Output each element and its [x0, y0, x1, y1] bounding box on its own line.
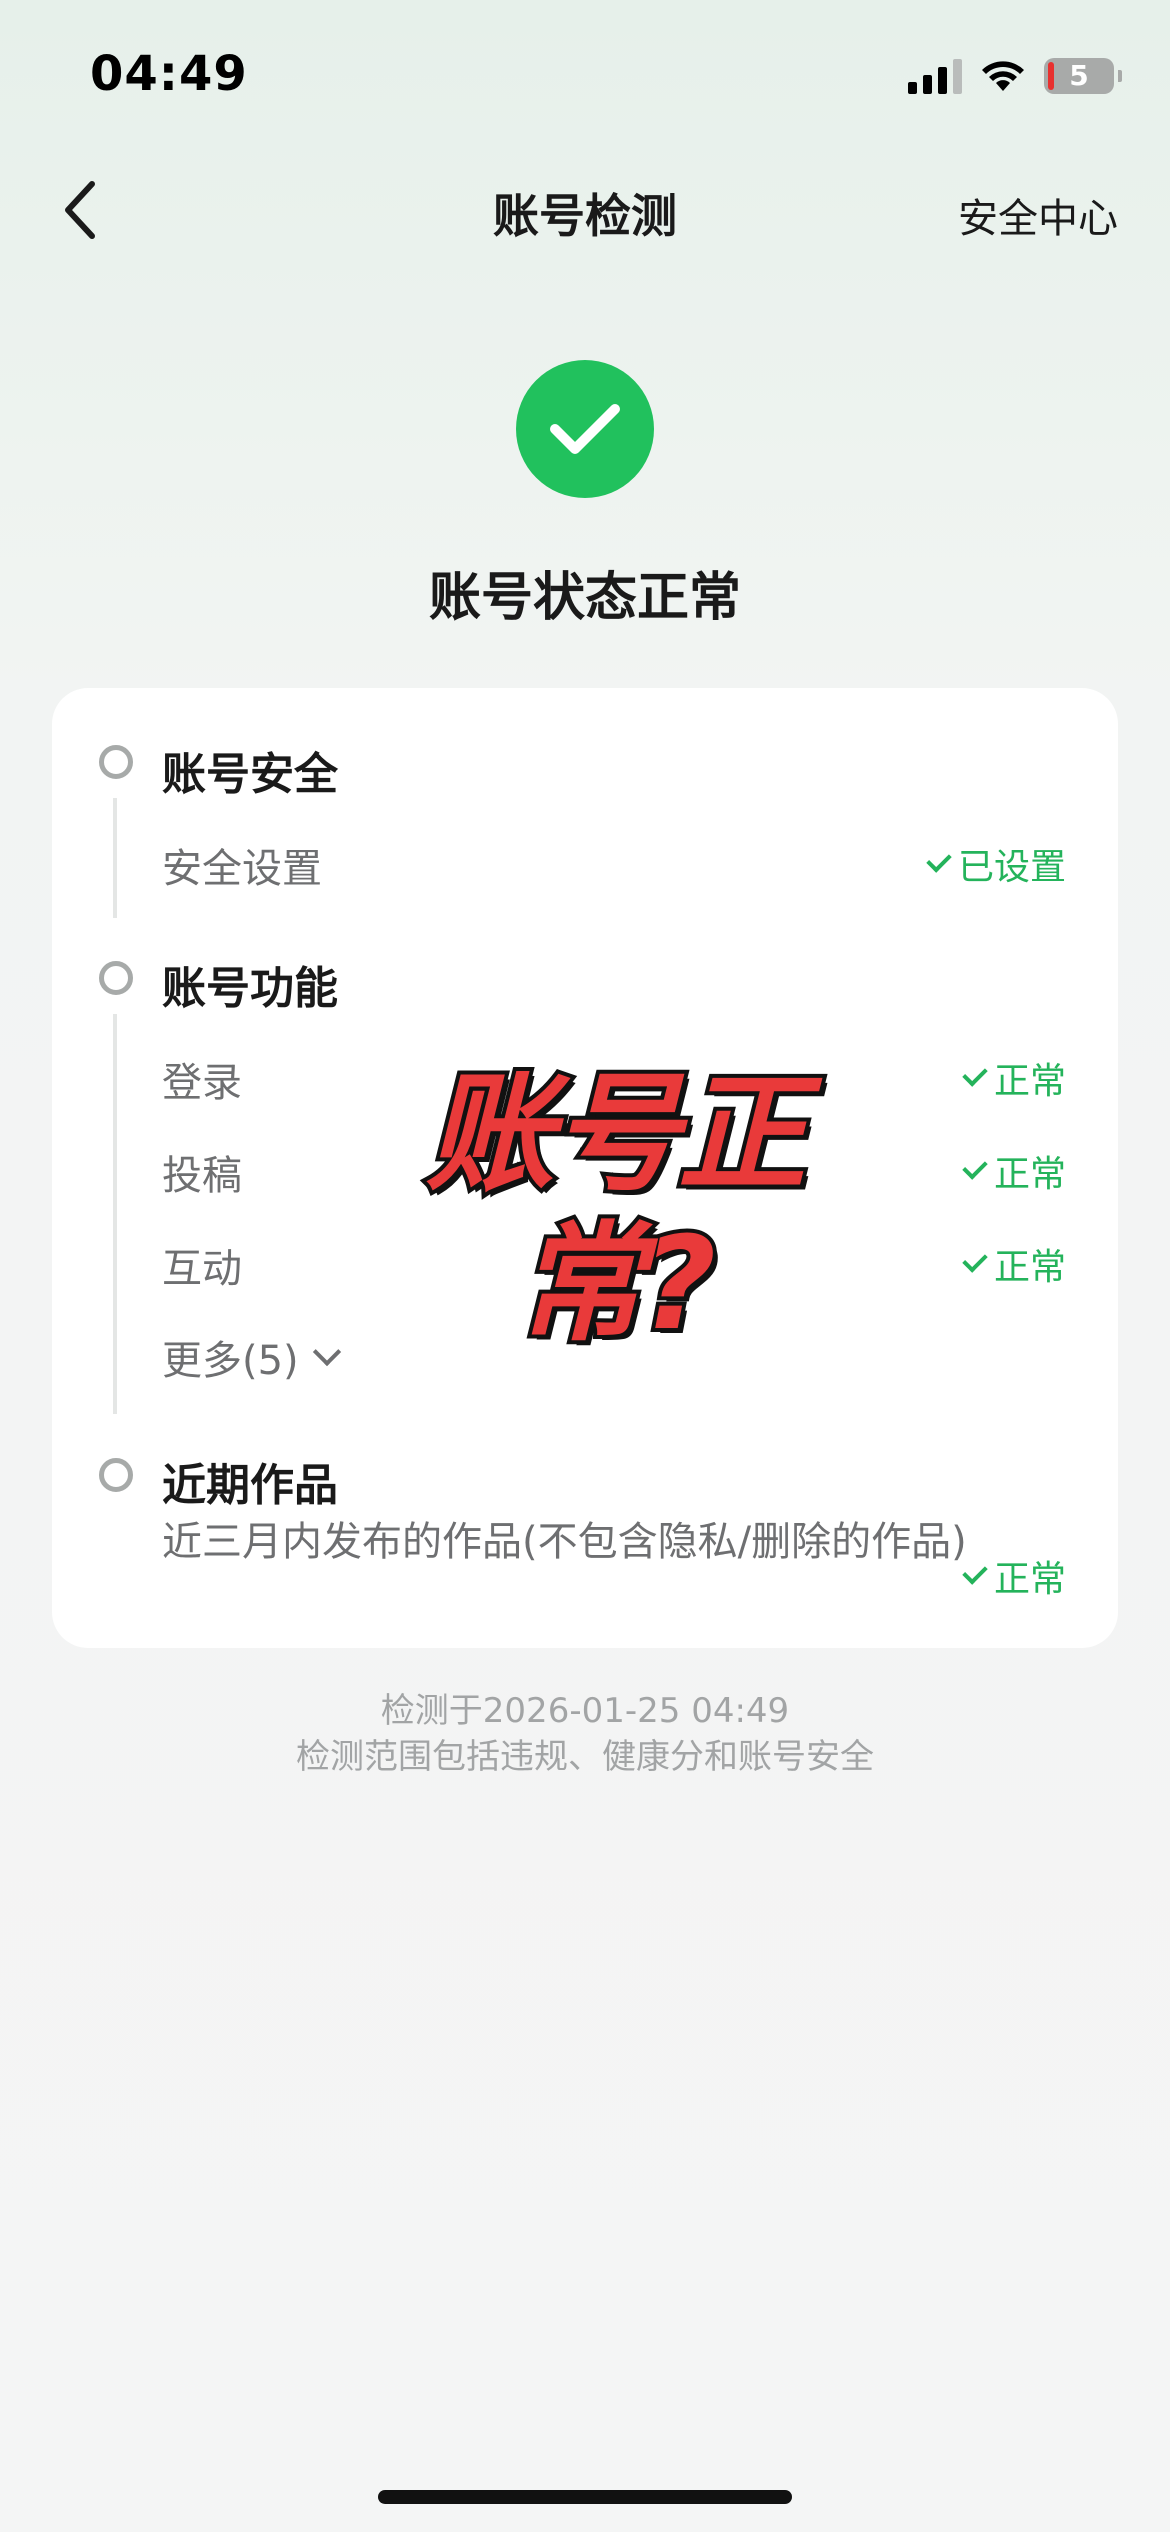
status-text: 正常	[993, 1061, 1066, 1102]
section-title-security: 账号安全	[162, 749, 338, 800]
footer-info: 检测于2026-01-25 04:49 检测范围包括违规、健康分和账号安全	[0, 1688, 1170, 1780]
status-interact: 正常	[962, 1238, 1066, 1290]
timeline-rail	[113, 1014, 117, 1414]
account-status-title: 账号状态正常	[428, 568, 741, 628]
more-label: 更多(5)	[162, 1338, 299, 1384]
battery-level: 5	[1069, 59, 1089, 92]
home-indicator[interactable]	[378, 2490, 792, 2504]
security-center-link[interactable]: 安全中心	[958, 186, 1118, 244]
check-icon	[962, 1154, 988, 1180]
signal-icon	[908, 58, 962, 94]
scope-text: 检测范围包括违规、健康分和账号安全	[296, 1737, 874, 1777]
section-title-functions: 账号功能	[162, 963, 338, 1014]
timeline-rail	[113, 798, 117, 918]
status-security-settings: 已设置	[926, 838, 1066, 890]
status-works: 正常	[962, 1550, 1066, 1602]
overlay-sticker-text: 账号正常?	[422, 1056, 810, 1363]
check-circle-icon	[516, 360, 654, 498]
status-submit: 正常	[962, 1145, 1066, 1197]
status-text: 正常	[993, 1247, 1066, 1288]
status-text: 正常	[993, 1559, 1066, 1600]
status-bar: 04:49 5	[0, 0, 1170, 150]
status-time: 04:49	[90, 46, 248, 102]
section-title-works: 近期作品	[162, 1460, 338, 1511]
status-text: 正常	[993, 1154, 1066, 1195]
status-text: 已设置	[957, 847, 1066, 888]
check-icon	[926, 847, 952, 873]
chevron-down-icon	[312, 1337, 341, 1367]
item-label-login: 登录	[162, 1060, 242, 1106]
check-icon	[962, 1061, 988, 1087]
status-icons: 5	[908, 52, 1122, 100]
battery-icon: 5	[1044, 58, 1122, 94]
item-label-security-settings: 安全设置	[162, 846, 322, 892]
check-icon	[962, 1247, 988, 1273]
nav-bar: 账号检测 安全中心	[0, 160, 1170, 260]
section-dot	[99, 1458, 133, 1492]
section-dot	[99, 745, 133, 779]
works-description: 近三月内发布的作品(不包含隐私/删除的作品)	[162, 1519, 967, 1565]
section-dot	[99, 961, 133, 995]
item-label-interact: 互动	[162, 1246, 242, 1292]
more-toggle[interactable]: 更多(5)	[162, 1328, 341, 1386]
wifi-icon	[982, 61, 1024, 91]
status-login: 正常	[962, 1052, 1066, 1104]
item-label-submit: 投稿	[162, 1153, 242, 1199]
checked-at-text: 检测于2026-01-25 04:49	[380, 1691, 790, 1731]
